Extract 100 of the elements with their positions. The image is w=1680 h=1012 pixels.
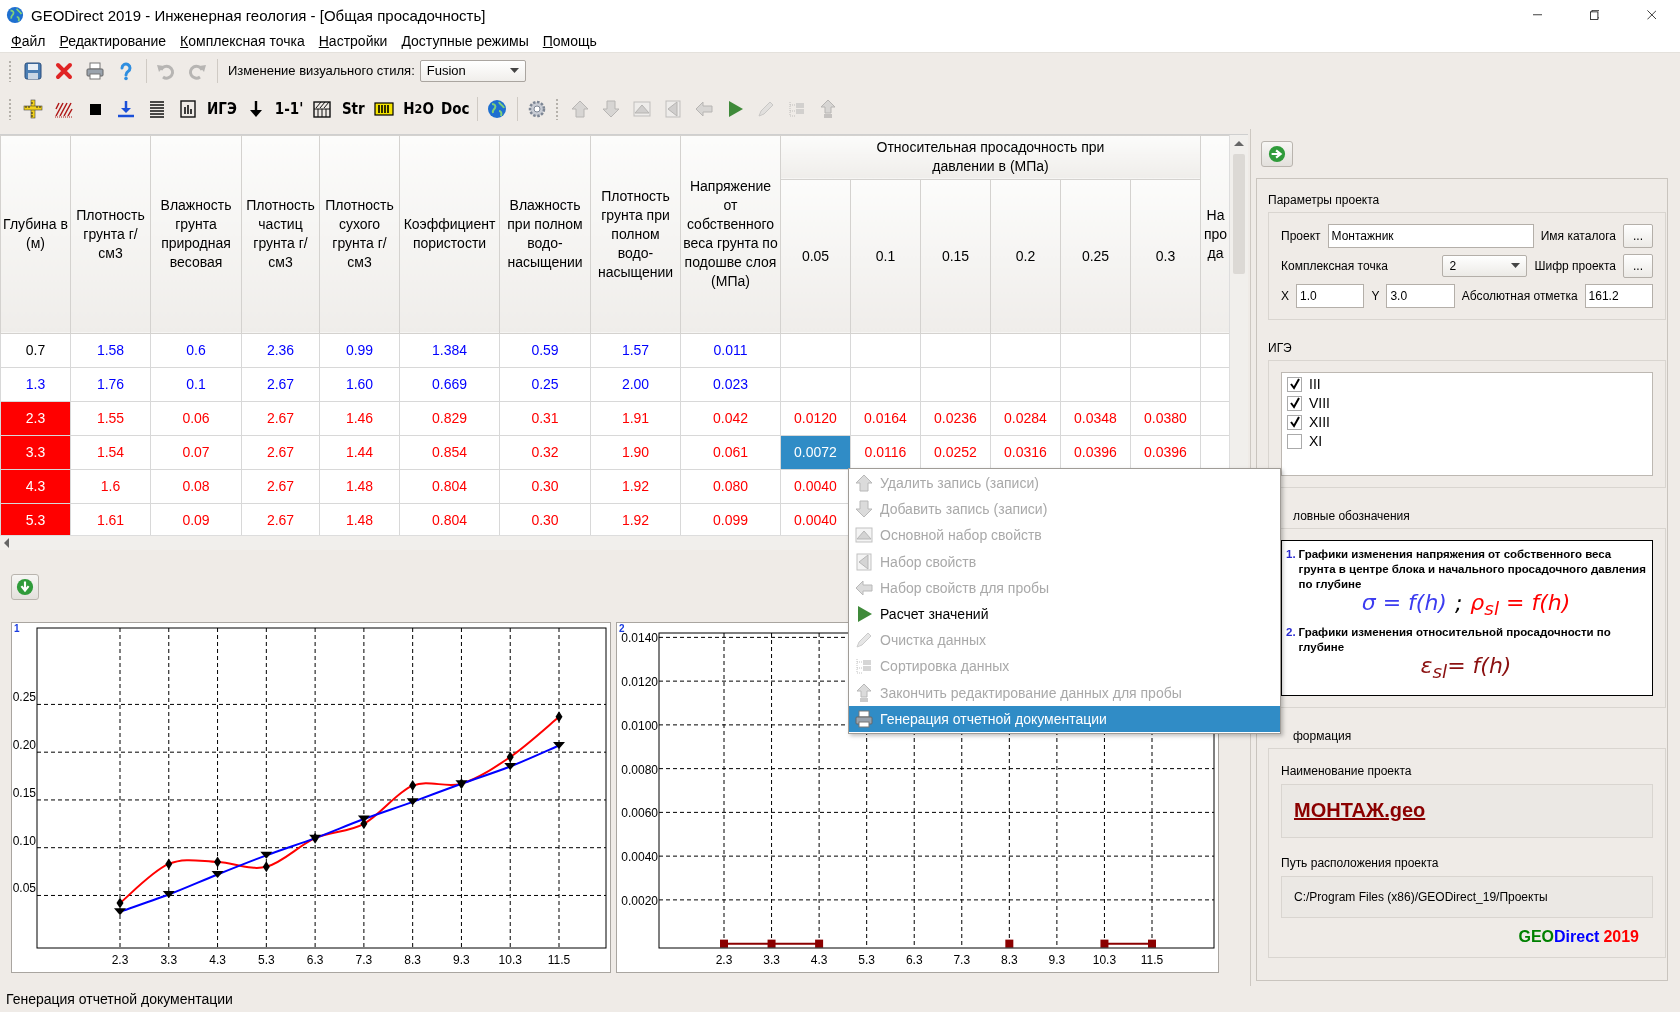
axis-label: 11.5 <box>1140 952 1164 967</box>
table-cell: 2.67 <box>241 469 320 504</box>
field-label: Наименование проекта <box>1281 763 1413 778</box>
field-label: Шифр проекта <box>1534 258 1616 273</box>
axis-label: 0.0040 <box>621 850 658 865</box>
axis-label: 0.10 <box>12 833 36 848</box>
table-cell: 0.061 <box>680 435 781 470</box>
table-cell: 1.48 <box>319 469 400 504</box>
table-cell: 0.07 <box>150 435 242 470</box>
formula: σ = f(h) <box>1361 589 1447 615</box>
table-cell: 1.60 <box>319 367 400 402</box>
column-header: На про да <box>1200 135 1229 334</box>
table-cell: 2.36 <box>241 333 320 368</box>
checkbox-label: III <box>1309 376 1321 393</box>
field-label: Комплексная точка <box>1281 258 1389 273</box>
table-cell: 0.042 <box>680 401 781 436</box>
axis-label: 11.5 <box>547 952 571 967</box>
table-cell: 2.67 <box>241 401 320 436</box>
table-cell: 0.31 <box>499 401 591 436</box>
column-header: 0.25 <box>1060 179 1131 334</box>
table-cell: 1.91 <box>590 401 681 436</box>
column-header: Плотность частиц грунта г/см3 <box>241 135 320 334</box>
status-text: Генерация отчетной документации <box>6 991 233 1007</box>
column-header: Плотность сухого грунта г/см3 <box>319 135 400 334</box>
axis-label: 9.3 <box>453 952 470 967</box>
column-header: Влажность грунта природная весовая <box>150 135 242 334</box>
chart-number: 2 <box>619 622 625 634</box>
axis-label: 6.3 <box>306 952 324 967</box>
axis-label: 4.3 <box>209 952 226 967</box>
table-cell: 5.3 <box>0 503 71 535</box>
group-title: Параметры проекта <box>1268 192 1381 207</box>
axis-label: 2.3 <box>111 952 129 967</box>
table-cell: 2.3 <box>0 401 71 436</box>
axis-label: 0.0020 <box>621 893 658 908</box>
table-cell: 4.3 <box>0 469 71 504</box>
table-cell: 1.90 <box>590 435 681 470</box>
chart-number: 1 <box>14 622 20 634</box>
axis-label: 0.0120 <box>621 675 658 690</box>
field-label: Имя каталога <box>1540 228 1616 243</box>
table-cell: 1.46 <box>319 401 400 436</box>
table-cell: 1.92 <box>590 469 681 504</box>
axis-label: 0.05 <box>12 881 36 896</box>
checkbox-label: XI <box>1309 433 1323 450</box>
list-number: 1. <box>1286 546 1296 562</box>
table-cell: 0.7 <box>0 333 71 368</box>
column-header: Напряжение от собственного веса грунта по подошве слоя (МПа) <box>680 135 781 334</box>
axis-label: 0.0100 <box>621 718 658 733</box>
window-title: GEODirect 2019 - Инженерная геология - [Общая просадочность] <box>31 6 487 24</box>
table-cell: 0.59 <box>499 333 591 368</box>
table-cell: 1.6 <box>70 469 151 504</box>
style-label: Изменение визуального стиля: <box>228 63 415 79</box>
logo-word: Direct <box>1554 927 1600 946</box>
formula: ε$_{sl}$= f(h) <box>1420 653 1512 683</box>
table-cell: 1.384 <box>399 333 500 368</box>
table-cell: 0.25 <box>499 367 591 402</box>
field-label: X <box>1281 288 1289 303</box>
checkbox-label: VIII <box>1309 395 1330 412</box>
table-cell: 3.3 <box>0 435 71 470</box>
table-cell: 1.44 <box>319 435 400 470</box>
table-cell: 0.854 <box>399 435 500 470</box>
table-cell: 0.829 <box>399 401 500 436</box>
column-header: Коэффициент пористости <box>399 135 500 334</box>
project-path: C:/Program Files (x86)/GEODirect_19/Проекты <box>1294 889 1548 904</box>
table-cell: 0.30 <box>499 469 591 504</box>
logo-word: GEO <box>1518 927 1555 946</box>
axis-label: 8.3 <box>1001 952 1018 967</box>
table-cell: 2.00 <box>590 367 681 402</box>
column-header: 0.2 <box>990 179 1061 334</box>
axis-label: 3.3 <box>160 952 178 967</box>
field-label: Проект <box>1281 228 1321 243</box>
table-cell: 0.080 <box>680 469 781 504</box>
table-cell: 0.32 <box>499 435 591 470</box>
axis-label: 8.3 <box>404 952 421 967</box>
table-cell: 1.55 <box>70 401 151 436</box>
axis-label: 9.3 <box>1048 952 1066 967</box>
table-cell: 1.58 <box>70 333 151 368</box>
axis-label: 3.3 <box>763 952 780 967</box>
axis-label: 0.15 <box>12 785 36 800</box>
table-cell: 0.804 <box>399 469 500 504</box>
field-label: Абсолютная отметка <box>1461 288 1578 303</box>
field-label: Путь расположения проекта <box>1281 855 1440 870</box>
column-header: 0.1 <box>850 179 921 334</box>
table-cell: 1.57 <box>590 333 681 368</box>
table-cell: 2.67 <box>241 435 320 470</box>
table-cell: 0.023 <box>680 367 781 402</box>
column-group-header: Относительная просадочность при давлении в (МПа) <box>780 135 1201 180</box>
axis-label: 5.3 <box>258 952 275 967</box>
axis-label: 0.0060 <box>621 806 658 821</box>
field-label: Y <box>1371 288 1380 303</box>
table-cell: 0.06 <box>150 401 242 436</box>
project-name: МОНТАЖ.geo <box>1294 799 1426 823</box>
axis-label: 10.3 <box>498 952 522 967</box>
column-header: Влажность при полном водо-насыщении <box>499 135 591 334</box>
axis-label: 0.0140 <box>621 631 658 646</box>
column-header: Плотность грунта г/см3 <box>70 135 151 334</box>
axis-label: 7.3 <box>355 952 373 967</box>
formula: ; <box>1454 589 1463 615</box>
table-cell: 0.669 <box>399 367 500 402</box>
group-title: ловные обозначения <box>1293 508 1411 523</box>
column-header: 0.15 <box>920 179 991 334</box>
